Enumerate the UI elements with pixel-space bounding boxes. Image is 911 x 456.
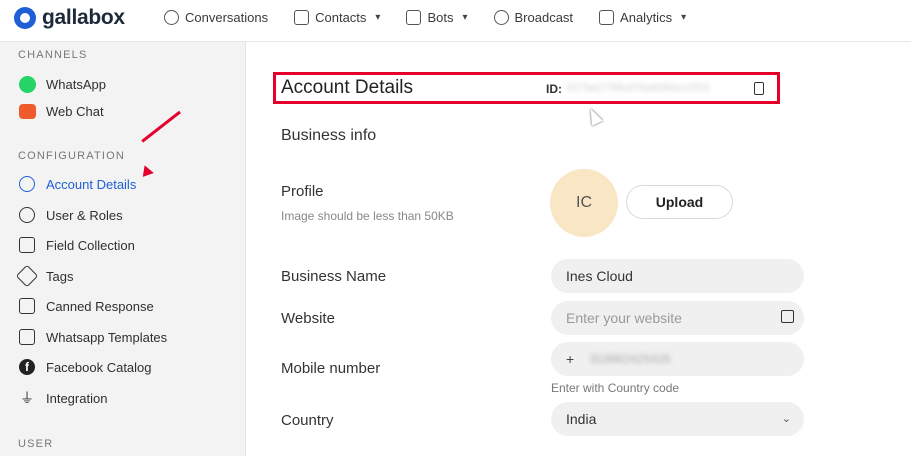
mobile-prefix: + bbox=[566, 351, 575, 367]
country-select[interactable]: India ⌄ bbox=[551, 402, 804, 436]
top-bar: gallabox Conversations Contacts ▾ Bots ▾… bbox=[0, 0, 911, 42]
mobile-number-field[interactable]: + 919962425426 bbox=[551, 342, 804, 376]
website-label: Website bbox=[281, 310, 335, 327]
sidebar-item-label: Whatsapp Templates bbox=[46, 329, 168, 345]
sidebar-item-label: Integration bbox=[46, 390, 108, 406]
users-icon bbox=[18, 206, 36, 224]
sidebar-item-whatsapp-templates[interactable]: Whatsapp Templates bbox=[18, 328, 167, 346]
mobile-number-label: Mobile number bbox=[281, 360, 381, 377]
country-value: India bbox=[566, 411, 597, 427]
copy-icon[interactable] bbox=[754, 82, 764, 95]
sidebar-item-label: Account Details bbox=[46, 176, 137, 192]
sidebar-item-tags[interactable]: Tags bbox=[15, 264, 74, 288]
nav-bots[interactable]: Bots ▾ bbox=[406, 9, 468, 25]
sidebar-item-label: Canned Response bbox=[46, 298, 154, 314]
sidebar-item-account-details[interactable]: Account Details bbox=[18, 175, 136, 193]
account-id-value: 627be2798cd7ba6084cc1f03 bbox=[567, 82, 709, 94]
bot-icon bbox=[406, 9, 422, 25]
chevron-down-icon: ⌄ bbox=[781, 413, 791, 425]
business-name-field[interactable]: Ines Cloud bbox=[551, 259, 804, 293]
sidebar-item-label: Facebook Catalog bbox=[46, 359, 152, 375]
analytics-icon bbox=[599, 9, 615, 25]
nav-analytics-label: Analytics bbox=[620, 9, 673, 25]
sidebar-item-label: Web Chat bbox=[46, 103, 104, 119]
plug-icon: ⏚ bbox=[20, 390, 34, 406]
contacts-icon bbox=[294, 9, 310, 25]
facebook-icon: f bbox=[18, 358, 36, 376]
sidebar-item-label: Field Collection bbox=[46, 237, 135, 253]
user-section-title: USER bbox=[18, 438, 54, 450]
sidebar-item-web-chat[interactable]: Web Chat bbox=[18, 102, 104, 120]
user-circle-icon bbox=[18, 175, 36, 193]
configuration-section-title: CONFIGURATION bbox=[18, 150, 126, 162]
broadcast-icon bbox=[493, 9, 509, 25]
nav-conversations-label: Conversations bbox=[185, 9, 269, 25]
sidebar-item-whatsapp[interactable]: WhatsApp bbox=[18, 75, 106, 93]
gallabox-logo[interactable]: gallabox bbox=[14, 6, 125, 30]
chevron-down-icon: ▾ bbox=[462, 11, 468, 23]
nav-bots-label: Bots bbox=[427, 9, 454, 25]
sidebar-item-label: WhatsApp bbox=[46, 76, 106, 92]
business-name-value: Ines Cloud bbox=[566, 268, 633, 284]
mobile-hint: Enter with Country code bbox=[551, 381, 680, 395]
main-nav: Conversations Contacts ▾ Bots ▾ Broadcas… bbox=[164, 0, 712, 34]
business-name-label: Business Name bbox=[281, 268, 387, 285]
website-field[interactable]: Enter your website bbox=[551, 301, 804, 335]
chevron-down-icon: ▾ bbox=[375, 11, 381, 23]
nav-broadcast-label: Broadcast bbox=[514, 9, 574, 25]
sidebar-item-facebook-catalog[interactable]: f Facebook Catalog bbox=[18, 358, 152, 376]
website-placeholder: Enter your website bbox=[566, 310, 682, 326]
nav-conversations[interactable]: Conversations bbox=[164, 9, 269, 25]
country-label: Country bbox=[281, 412, 334, 429]
mobile-number-value: 919962425426 bbox=[590, 352, 671, 366]
nav-broadcast[interactable]: Broadcast bbox=[493, 9, 574, 25]
nav-contacts[interactable]: Contacts ▾ bbox=[294, 9, 381, 25]
whatsapp-icon bbox=[18, 75, 36, 93]
sidebar-item-field-collection[interactable]: Field Collection bbox=[18, 236, 135, 254]
chat-icon bbox=[164, 9, 179, 25]
account-id-label: ID: bbox=[546, 82, 562, 96]
channels-section-title: CHANNELS bbox=[18, 49, 88, 61]
message-icon bbox=[18, 297, 36, 315]
web-chat-icon bbox=[18, 102, 36, 120]
tag-icon bbox=[15, 264, 39, 288]
template-icon bbox=[18, 328, 36, 346]
nav-contacts-label: Contacts bbox=[315, 9, 367, 25]
profile-hint: Image should be less than 50KB bbox=[281, 209, 454, 223]
page-title: Account Details bbox=[281, 77, 414, 98]
sidebar-item-label: User & Roles bbox=[46, 207, 123, 223]
business-info-heading: Business info bbox=[281, 127, 377, 144]
sidebar-item-integration[interactable]: ⏚ Integration bbox=[18, 389, 107, 407]
sidebar-item-user-roles[interactable]: User & Roles bbox=[18, 206, 123, 224]
sidebar-item-label: Tags bbox=[46, 268, 74, 284]
nav-analytics[interactable]: Analytics ▾ bbox=[599, 9, 687, 25]
logo-icon bbox=[14, 7, 36, 29]
upload-button[interactable]: Upload bbox=[626, 185, 733, 219]
external-link-icon[interactable] bbox=[781, 310, 794, 323]
sidebar-item-canned-response[interactable]: Canned Response bbox=[18, 297, 154, 315]
logo-text: gallabox bbox=[42, 6, 125, 29]
profile-label: Profile bbox=[281, 183, 324, 200]
form-icon bbox=[18, 236, 36, 254]
chevron-down-icon: ▾ bbox=[681, 11, 687, 23]
avatar: IC bbox=[550, 169, 618, 237]
